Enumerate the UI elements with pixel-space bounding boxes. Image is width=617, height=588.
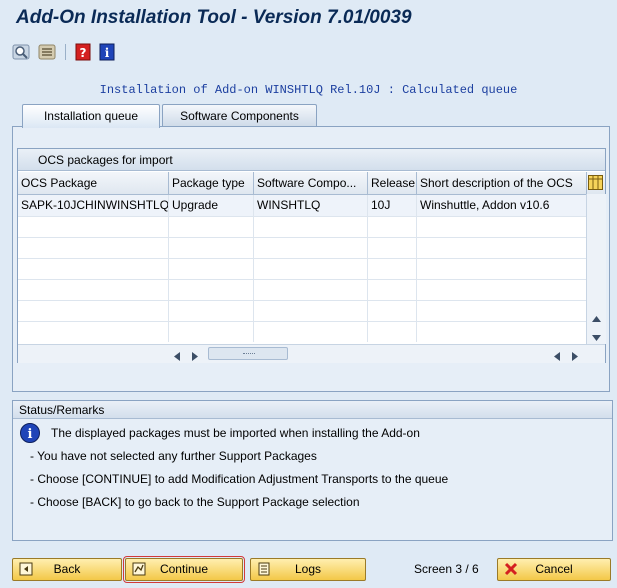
horizontal-scrollbar[interactable] — [18, 344, 605, 363]
status-line: - You have not selected any further Supp… — [30, 449, 317, 463]
continue-label: Continue — [159, 562, 209, 576]
cancel-label: Cancel — [535, 562, 573, 576]
svg-text:i: i — [28, 427, 33, 442]
ocs-packages-table: OCS packages for import OCS Package Pack… — [17, 148, 606, 363]
scroll-thumb[interactable] — [208, 347, 288, 360]
scroll-right-icon[interactable] — [572, 350, 578, 364]
find-icon[interactable] — [12, 43, 30, 61]
scroll-left-icon[interactable] — [174, 350, 180, 364]
title-bar: Add-On Installation Tool - Version 7.01/… — [0, 0, 617, 36]
cell-release: 10J — [368, 195, 417, 216]
column-header-ocs-package[interactable]: OCS Package — [18, 172, 169, 194]
tab-software-components[interactable]: Software Components — [162, 104, 317, 126]
back-label: Back — [53, 562, 81, 576]
status-title: Status/Remarks — [13, 401, 612, 419]
status-line: - Choose [CONTINUE] to add Modification … — [30, 472, 449, 486]
column-header-software-component[interactable]: Software Compo... — [254, 172, 368, 194]
tab-installation-queue[interactable]: Installation queue — [22, 104, 160, 128]
scroll-left-icon[interactable] — [554, 350, 560, 364]
cell-short-description: Winshuttle, Addon v10.6 — [420, 198, 550, 212]
continue-button[interactable]: Continue — [123, 556, 245, 583]
cell-package-type: Upgrade — [169, 195, 254, 216]
table-row-empty[interactable] — [18, 300, 586, 322]
column-header-short-description[interactable]: Short description of the OCS — [417, 172, 587, 194]
logs-button[interactable]: Logs — [250, 558, 366, 581]
column-header-package-type[interactable]: Package type — [169, 172, 254, 194]
column-header-release[interactable]: Release — [368, 172, 417, 194]
back-button[interactable]: Back — [12, 558, 122, 581]
table-row-empty[interactable] — [18, 258, 586, 280]
vertical-scrollbar[interactable] — [586, 194, 606, 344]
svg-text:i: i — [105, 46, 110, 60]
table-row-empty[interactable] — [18, 216, 586, 238]
scroll-up-icon[interactable] — [592, 311, 601, 325]
column-layout-icon[interactable] — [588, 175, 603, 190]
logs-label: Logs — [294, 562, 322, 576]
scroll-down-icon[interactable] — [592, 330, 601, 344]
table-row[interactable]: SAPK-10JCHINWINSHTLQ Upgrade WINSHTLQ 10… — [18, 195, 586, 217]
table-title: OCS packages for import — [18, 149, 605, 171]
help-icon[interactable]: ? — [74, 43, 92, 61]
table-row-empty[interactable] — [18, 279, 586, 301]
info-icon[interactable]: i — [98, 43, 116, 61]
info-icon: i — [20, 423, 40, 443]
table-row-empty[interactable] — [18, 321, 586, 342]
scroll-right-icon[interactable] — [192, 350, 198, 364]
cell-ocs-package: SAPK-10JCHINWINSHTLQ — [18, 195, 169, 216]
status-message: The displayed packages must be imported … — [51, 426, 420, 440]
settings-icon[interactable] — [38, 43, 56, 61]
toolbar: ? i — [0, 38, 617, 66]
status-line: - Choose [BACK] to go back to the Suppor… — [30, 495, 360, 509]
svg-text:?: ? — [80, 46, 87, 60]
cell-software-component: WINSHTLQ — [254, 195, 368, 216]
status-remarks-box: Status/Remarks i The displayed packages … — [12, 400, 613, 541]
table-header: OCS Package Package type Software Compo.… — [18, 172, 605, 195]
window-title: Add-On Installation Tool - Version 7.01/… — [16, 7, 412, 28]
screen-indicator: Screen 3 / 6 — [414, 562, 479, 576]
table-row-empty[interactable] — [18, 237, 586, 259]
queue-heading: Installation of Add-on WINSHTLQ Rel.10J … — [99, 83, 518, 97]
cancel-button[interactable]: Cancel — [497, 558, 611, 581]
